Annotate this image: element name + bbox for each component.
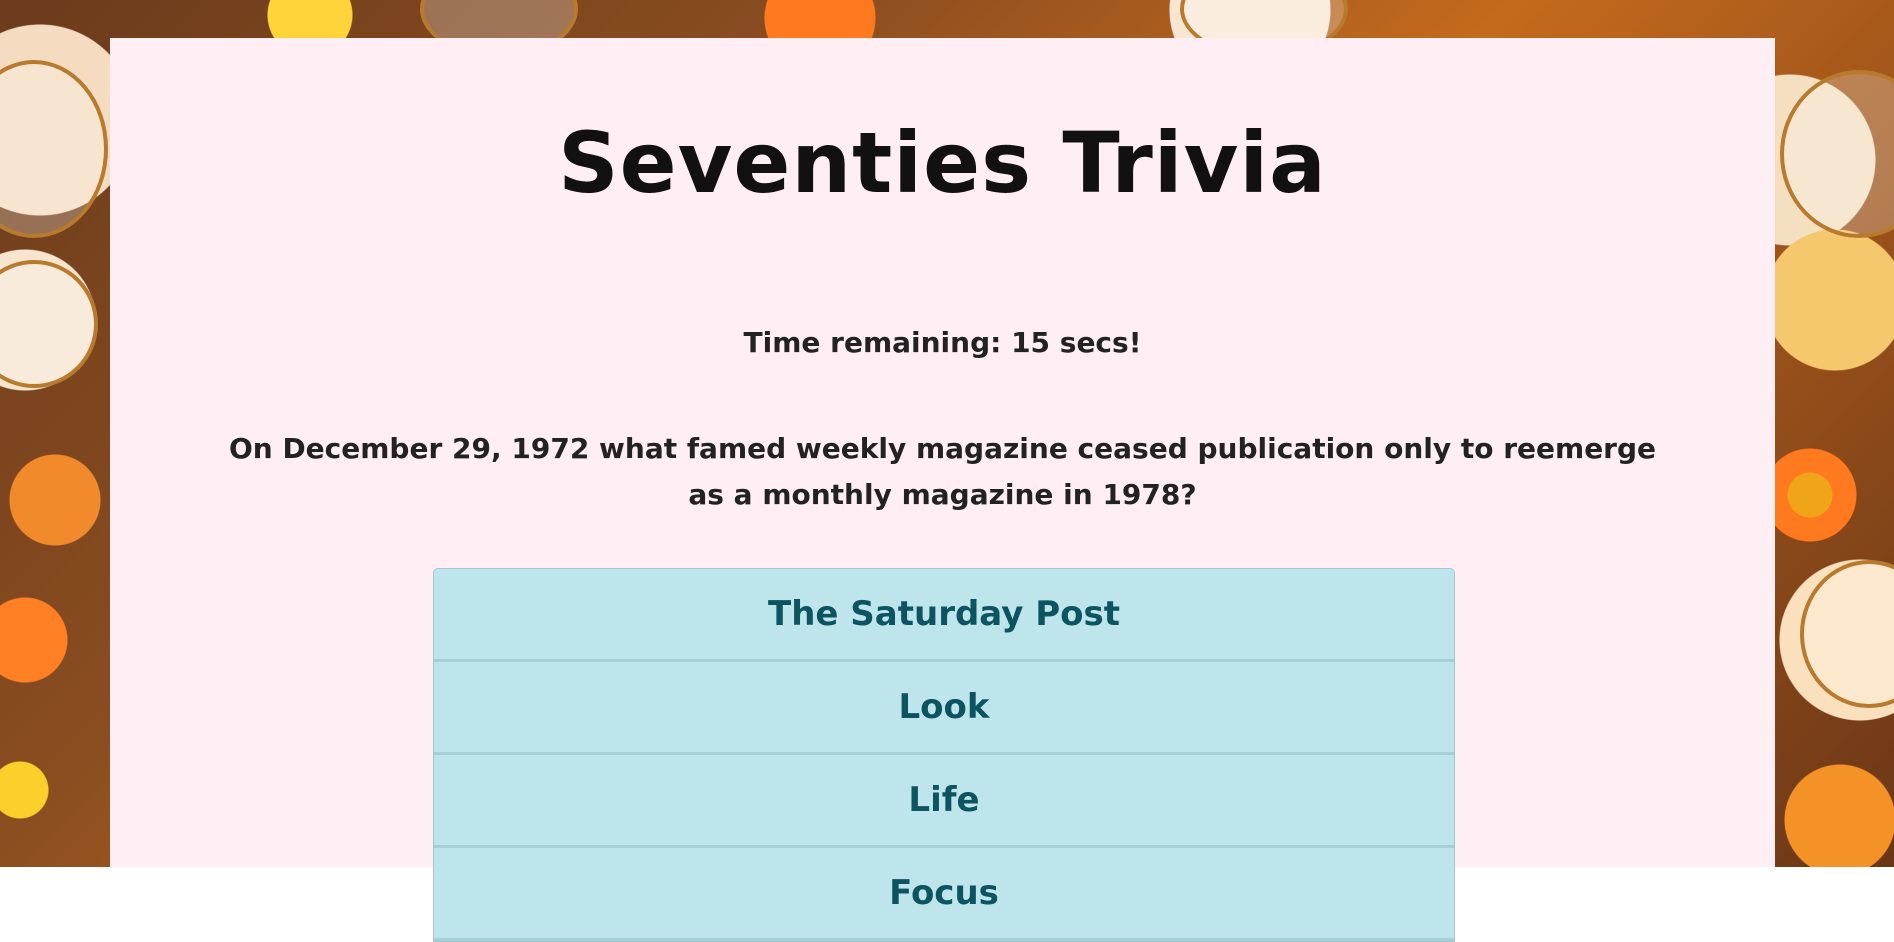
- answer-option-look[interactable]: Look: [434, 662, 1454, 755]
- time-remaining-label: Time remaining: 15 secs!: [743, 326, 1142, 359]
- question-text: On December 29, 1972 what famed weekly m…: [228, 432, 1657, 511]
- trivia-card: Seventies Trivia Time remaining: 15 secs…: [110, 38, 1775, 942]
- answer-option-focus[interactable]: Focus: [434, 848, 1454, 941]
- answer-list: The Saturday Post Look Life Focus: [433, 568, 1455, 942]
- answer-option-life[interactable]: Life: [434, 755, 1454, 848]
- page-title: Seventies Trivia: [558, 114, 1327, 212]
- answer-option-saturday-post[interactable]: The Saturday Post: [434, 569, 1454, 662]
